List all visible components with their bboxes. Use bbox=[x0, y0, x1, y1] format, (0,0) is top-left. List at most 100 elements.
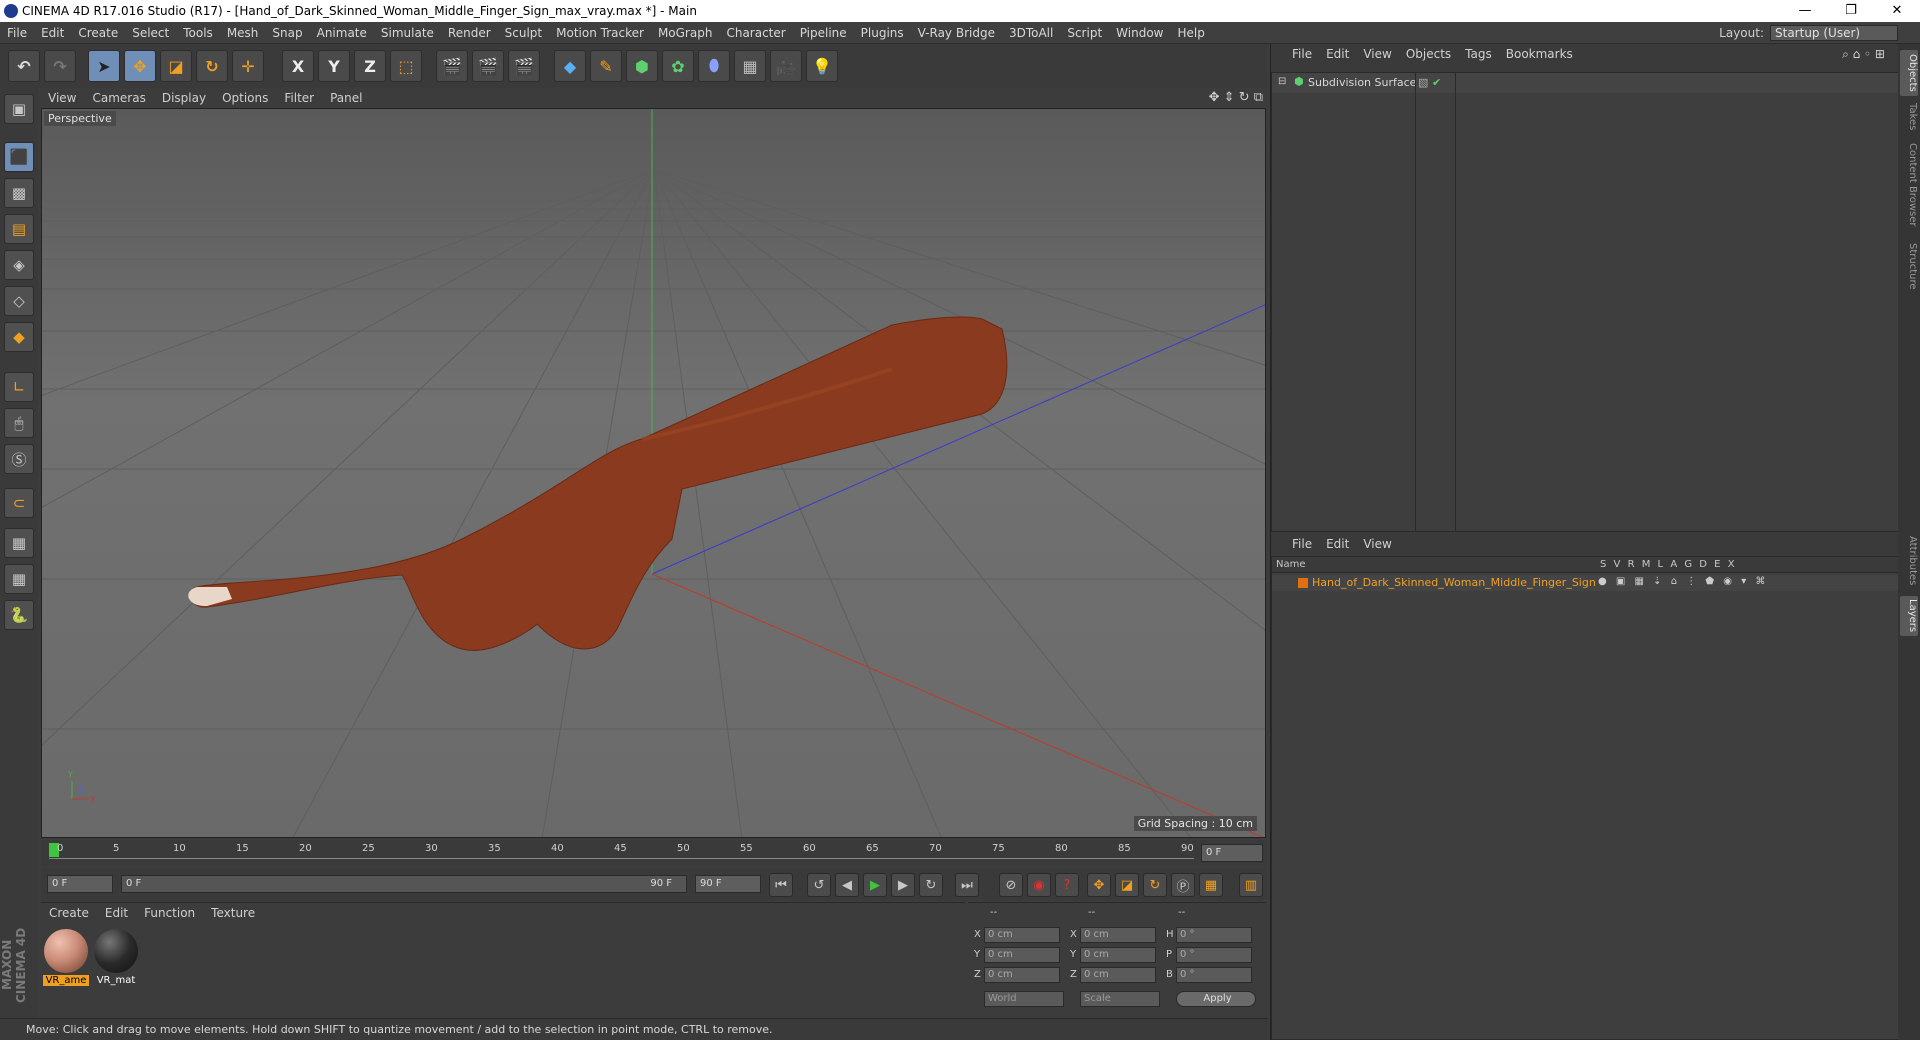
workplane-mode-button[interactable]: ▤ bbox=[4, 214, 34, 244]
model-mode-button[interactable]: ⬛ bbox=[4, 142, 34, 172]
coord-system-dropdown[interactable]: World bbox=[984, 991, 1064, 1007]
rot-b-field[interactable]: 0 ° bbox=[1176, 967, 1252, 983]
menu-motion-tracker[interactable]: Motion Tracker bbox=[549, 22, 651, 44]
tweak-mode-button[interactable]: 🖱 bbox=[4, 408, 34, 438]
menu-pipeline[interactable]: Pipeline bbox=[793, 22, 854, 44]
minimize-button[interactable]: — bbox=[1782, 0, 1828, 22]
material-menu-function[interactable]: Function bbox=[136, 903, 203, 923]
pos-z-field[interactable]: 0 cm bbox=[984, 967, 1060, 983]
add-subdivision-button[interactable]: ⬢ bbox=[626, 50, 658, 82]
menu-render[interactable]: Render bbox=[441, 22, 498, 44]
layer-name[interactable]: Hand_of_Dark_Skinned_Woman_Middle_Finger… bbox=[1312, 576, 1596, 589]
layout-dropdown[interactable]: Startup (User) bbox=[1770, 25, 1898, 41]
autokey-button[interactable]: ◉ bbox=[1027, 873, 1051, 897]
frame-range-slider[interactable]: 0 F 90 F bbox=[121, 875, 687, 893]
menu-animate[interactable]: Animate bbox=[310, 22, 374, 44]
undo-button[interactable]: ↶ bbox=[8, 50, 40, 82]
magnet-button[interactable]: ⊂ bbox=[4, 488, 34, 518]
viewport-menu-options[interactable]: Options bbox=[214, 88, 276, 108]
size-x-field[interactable]: 0 cm bbox=[1080, 927, 1156, 943]
menu-snap[interactable]: Snap bbox=[265, 22, 309, 44]
go-to-start-button[interactable]: ⏮ bbox=[769, 873, 793, 897]
key-position-button[interactable]: ✥ bbox=[1087, 873, 1111, 897]
timeline-window-button[interactable]: ▥ bbox=[1239, 873, 1263, 897]
render-view-button[interactable]: 🎬 bbox=[436, 50, 468, 82]
tab-layers[interactable]: Layers bbox=[1900, 596, 1918, 636]
menu-tools[interactable]: Tools bbox=[176, 22, 220, 44]
scale-tool-button[interactable]: ◪ bbox=[160, 50, 192, 82]
om-menu-file[interactable]: File bbox=[1285, 44, 1319, 64]
viewport-nav-icons[interactable]: ✥ ⇕ ↻ ⧉ bbox=[1209, 88, 1263, 108]
viewport-menu-filter[interactable]: Filter bbox=[276, 88, 322, 108]
menu-mograph[interactable]: MoGraph bbox=[651, 22, 720, 44]
coordinate-system-button[interactable]: ⬚ bbox=[390, 50, 422, 82]
om-menu-view[interactable]: View bbox=[1356, 44, 1398, 64]
menu-script[interactable]: Script bbox=[1060, 22, 1109, 44]
size-mode-dropdown[interactable]: Scale bbox=[1080, 991, 1160, 1007]
planar-workplane-button[interactable]: ▦ bbox=[4, 564, 34, 594]
viewport-menu-cameras[interactable]: Cameras bbox=[84, 88, 153, 108]
start-frame-field[interactable]: 0 F bbox=[47, 875, 113, 893]
om-toolbar-icons[interactable]: ⌕ ⌂ ◦ ⊞ bbox=[1835, 44, 1892, 64]
python-button[interactable]: 🐍 bbox=[4, 600, 34, 630]
render-settings-button[interactable]: 🎬 bbox=[508, 50, 540, 82]
key-rotation-button[interactable]: ↻ bbox=[1143, 873, 1167, 897]
lock-workplane-button[interactable]: ▦ bbox=[4, 528, 34, 558]
add-cube-button[interactable]: ◆ bbox=[554, 50, 586, 82]
object-name[interactable]: Subdivision Surface bbox=[1308, 76, 1416, 89]
axis-mode-button[interactable]: ∟ bbox=[4, 372, 34, 402]
menu-mesh[interactable]: Mesh bbox=[220, 22, 266, 44]
edit-toggle-icon[interactable]: ▧ bbox=[1418, 76, 1428, 89]
viewport-perspective[interactable]: Y X Z Perspective Grid Spacing : 10 cm bbox=[41, 108, 1266, 838]
add-floor-button[interactable]: ▦ bbox=[734, 50, 766, 82]
play-button[interactable]: ▶ bbox=[863, 873, 887, 897]
menu-edit[interactable]: Edit bbox=[34, 22, 71, 44]
next-key-button[interactable]: ↻ bbox=[919, 873, 943, 897]
key-parameter-button[interactable]: Ⓟ bbox=[1171, 873, 1195, 897]
object-row[interactable]: ⊟ ⬢ Subdivision Surface ▧ ✔ bbox=[1272, 73, 1898, 93]
tab-objects[interactable]: Objects bbox=[1900, 50, 1918, 96]
add-array-button[interactable]: ✿ bbox=[662, 50, 694, 82]
close-button[interactable]: ✕ bbox=[1874, 0, 1920, 22]
polygons-mode-button[interactable]: ◆ bbox=[4, 322, 34, 352]
menu-character[interactable]: Character bbox=[719, 22, 792, 44]
restore-button[interactable]: ❐ bbox=[1828, 0, 1874, 22]
redo-button[interactable]: ↷ bbox=[44, 50, 76, 82]
menu-file[interactable]: File bbox=[0, 22, 34, 44]
snap-button[interactable]: Ⓢ bbox=[4, 444, 34, 474]
menu-window[interactable]: Window bbox=[1109, 22, 1170, 44]
viewport-menu-view[interactable]: View bbox=[40, 88, 84, 108]
add-spline-button[interactable]: ✎ bbox=[590, 50, 622, 82]
menu-create[interactable]: Create bbox=[71, 22, 125, 44]
key-pla-button[interactable]: ▦ bbox=[1199, 873, 1223, 897]
apply-button[interactable]: Apply bbox=[1176, 991, 1256, 1007]
transform-tool-button[interactable]: ✛ bbox=[232, 50, 264, 82]
select-tool-button[interactable]: ➤ bbox=[88, 50, 120, 82]
viewport-menu-display[interactable]: Display bbox=[154, 88, 214, 108]
layer-toggle-icons[interactable]: ● ▣ ▦ ⇣ ⌂ ⋮ ⬟ ◉ ▾ ⌘ bbox=[1598, 576, 1768, 587]
prev-frame-button[interactable]: ◀ bbox=[835, 873, 859, 897]
axis-z-button[interactable]: Z bbox=[354, 50, 386, 82]
enabled-check-icon[interactable]: ✔ bbox=[1432, 76, 1441, 89]
size-y-field[interactable]: 0 cm bbox=[1080, 947, 1156, 963]
tab-structure[interactable]: Structure bbox=[1900, 240, 1918, 292]
rot-p-field[interactable]: 0 ° bbox=[1176, 947, 1252, 963]
texture-mode-button[interactable]: ▩ bbox=[4, 178, 34, 208]
lm-menu-view[interactable]: View bbox=[1356, 534, 1398, 554]
menu-vray-bridge[interactable]: V-Ray Bridge bbox=[911, 22, 1002, 44]
hand-model[interactable] bbox=[188, 316, 1008, 651]
pos-y-field[interactable]: 0 cm bbox=[984, 947, 1060, 963]
rot-h-field[interactable]: 0 ° bbox=[1176, 927, 1252, 943]
render-picture-viewer-button[interactable]: 🎬 bbox=[472, 50, 504, 82]
om-menu-tags[interactable]: Tags bbox=[1458, 44, 1499, 64]
om-menu-objects[interactable]: Objects bbox=[1399, 44, 1458, 64]
layer-row[interactable]: Hand_of_Dark_Skinned_Woman_Middle_Finger… bbox=[1272, 575, 1898, 591]
material-swatch[interactable]: VR_ame bbox=[43, 929, 89, 989]
menu-sculpt[interactable]: Sculpt bbox=[498, 22, 549, 44]
tab-content-browser[interactable]: Content Browser bbox=[1900, 140, 1918, 230]
axis-x-button[interactable]: X bbox=[282, 50, 314, 82]
tab-takes[interactable]: Takes bbox=[1900, 102, 1918, 132]
expand-icon[interactable]: ⊟ bbox=[1278, 76, 1286, 87]
size-z-field[interactable]: 0 cm bbox=[1080, 967, 1156, 983]
points-mode-button[interactable]: ◈ bbox=[4, 250, 34, 280]
